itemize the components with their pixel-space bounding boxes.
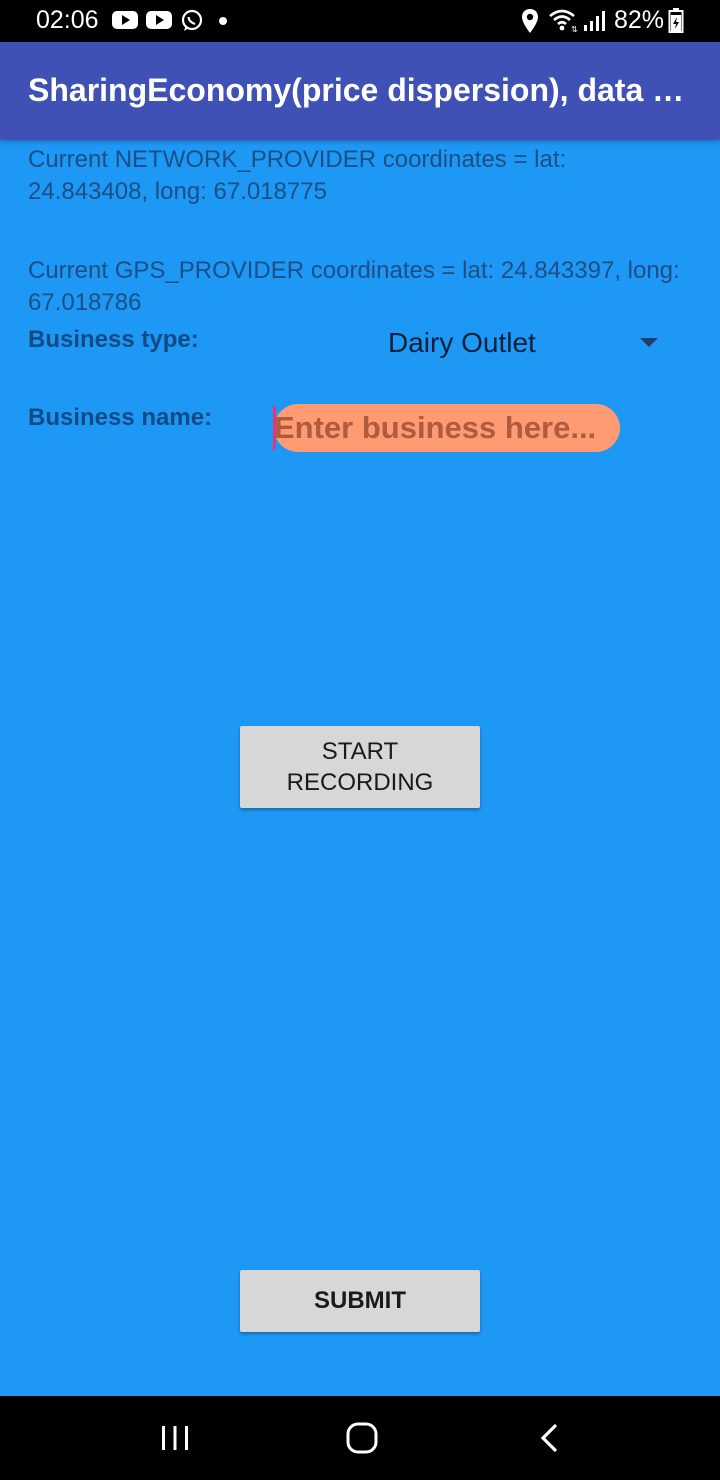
battery-icon xyxy=(668,8,684,33)
start-recording-button[interactable]: START RECORDING xyxy=(240,726,480,808)
battery-percent: 82% xyxy=(614,6,665,34)
home-icon[interactable] xyxy=(344,1420,380,1456)
signal-icon xyxy=(584,11,605,31)
business-type-label: Business type: xyxy=(28,326,199,353)
youtube-icon xyxy=(146,11,172,29)
business-name-label: Business name: xyxy=(28,404,213,431)
start-recording-label-line2: RECORDING xyxy=(286,769,434,796)
start-recording-label-line1: START xyxy=(321,738,399,765)
recents-icon[interactable] xyxy=(158,1420,192,1456)
dot-icon xyxy=(219,17,227,25)
dropdown-arrow-icon xyxy=(640,338,658,347)
back-icon[interactable] xyxy=(534,1420,564,1456)
gps-coordinates-text: Current GPS_PROVIDER coordinates = lat: … xyxy=(28,257,680,316)
business-type-dropdown[interactable]: Dairy Outlet xyxy=(374,316,674,372)
wifi-icon: ⇅ xyxy=(549,9,578,33)
status-time: 02:06 xyxy=(36,6,99,34)
network-coordinates-text: Current NETWORK_PROVIDER coordinates = l… xyxy=(28,146,567,205)
business-type-value: Dairy Outlet xyxy=(388,327,536,358)
svg-text:⇅: ⇅ xyxy=(571,25,578,33)
submit-button[interactable]: SUBMIT xyxy=(240,1270,480,1332)
app-title: SharingEconomy(price dispersion), data c… xyxy=(28,72,688,108)
location-icon xyxy=(522,9,538,33)
text-cursor xyxy=(273,406,276,450)
navigation-bar xyxy=(0,1396,720,1480)
status-bar: 02:06 ⇅ 82% xyxy=(0,0,720,42)
app-bar: SharingEconomy(price dispersion), data c… xyxy=(0,42,720,140)
whatsapp-icon xyxy=(181,9,203,31)
youtube-icon xyxy=(112,11,138,29)
business-name-input[interactable] xyxy=(274,404,620,452)
